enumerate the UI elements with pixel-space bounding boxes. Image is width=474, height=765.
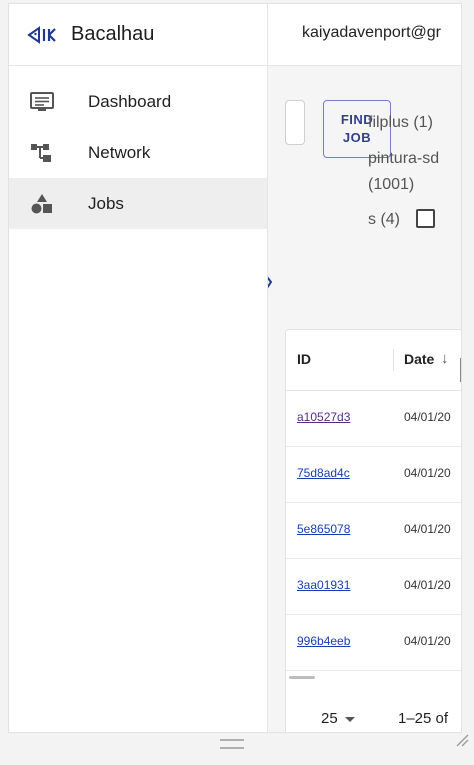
sidebar-item-dashboard[interactable]: Dashboard (9, 76, 267, 127)
rows-per-page-select[interactable]: 25 (321, 710, 338, 727)
network-tree-icon (27, 142, 57, 164)
facet-pintura-sd[interactable]: pintura-sd (368, 150, 439, 168)
table-row: a10527d3 04/01/20 (286, 391, 461, 447)
job-date: 04/01/20 (404, 466, 451, 480)
shapes-icon (27, 193, 57, 215)
app-title: Bacalhau (71, 23, 155, 45)
horizontal-scrollbar[interactable] (289, 676, 315, 679)
sidebar-nav: Dashboard Network Jobs (9, 76, 267, 229)
jobs-main-panel: FIND JOB filplus (1) pintura-sd (1001) s… (268, 66, 461, 732)
pagination-range: 1–25 of (398, 710, 449, 727)
app-window: Bacalhau Dashboard Network Jobs kaiyadav… (8, 3, 462, 733)
sort-down-icon[interactable]: ↓ (441, 350, 449, 367)
job-date: 04/01/20 (404, 634, 451, 648)
decorative-chevron-icon (268, 276, 272, 289)
sidebar: Bacalhau Dashboard Network Jobs (9, 4, 268, 732)
column-header-date[interactable]: Date (404, 351, 434, 367)
job-id-link[interactable]: 75d8ad4c (297, 466, 350, 480)
brand[interactable]: Bacalhau (9, 4, 267, 66)
table-row: 3aa01931 04/01/20 (286, 559, 461, 615)
top-bar: kaiyadavenport@gr (268, 4, 461, 66)
pagination: 25 1–25 of (286, 690, 461, 732)
column-separator (393, 349, 394, 371)
job-id-link[interactable]: 996b4eeb (297, 634, 350, 648)
job-id-link[interactable]: 3aa01931 (297, 578, 350, 592)
job-date: 04/01/20 (404, 410, 451, 424)
table-row: 75d8ad4c 04/01/20 (286, 447, 461, 503)
find-job-button-label-line2: JOB (342, 130, 372, 145)
column-header-id[interactable]: ID (297, 351, 311, 367)
sidebar-item-network[interactable]: Network (9, 127, 267, 178)
job-search-input[interactable] (285, 100, 305, 145)
job-date: 04/01/20 (404, 522, 451, 536)
table-row: 5e865078 04/01/20 (286, 503, 461, 559)
user-email[interactable]: kaiyadavenport@gr (302, 24, 441, 42)
facet-checkbox[interactable] (416, 209, 435, 228)
monitor-icon (27, 91, 57, 113)
sidebar-item-jobs[interactable]: Jobs (9, 178, 267, 229)
sidebar-item-label: Network (88, 142, 151, 162)
facet-filplus[interactable]: filplus (1) (368, 114, 433, 132)
job-date: 04/01/20 (404, 578, 451, 592)
job-id-link[interactable]: 5e865078 (297, 522, 350, 536)
facet-s: s (4) (368, 211, 400, 228)
bacalhau-fish-logo-icon (27, 25, 56, 44)
sidebar-item-label: Dashboard (88, 91, 172, 111)
table-header: ID Date ↓ (286, 330, 461, 391)
job-id-link[interactable]: a10527d3 (297, 410, 350, 424)
table-row: 996b4eeb 04/01/20 (286, 615, 461, 671)
sidebar-item-label: Jobs (88, 193, 124, 213)
column-resize-handle[interactable] (460, 358, 461, 382)
resize-corner-icon[interactable] (455, 733, 469, 747)
caret-down-icon[interactable] (345, 717, 355, 722)
jobs-table: ID Date ↓ a10527d3 04/01/20 75d8ad4c 04/… (285, 329, 461, 732)
window-resize-grip[interactable] (220, 739, 244, 749)
facet-pintura-sd-count: (1001) (368, 176, 415, 193)
